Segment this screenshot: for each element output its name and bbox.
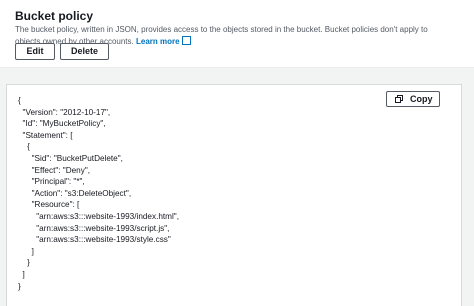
copy-icon [395, 95, 403, 103]
external-link-icon [181, 36, 191, 45]
policy-json-text[interactable]: { "Version": "2012-10-17", "Id": "MyBuck… [18, 95, 179, 292]
page-title: Bucket policy [15, 9, 94, 23]
copy-label: Copy [410, 94, 433, 104]
learn-more-label: Learn more [135, 37, 180, 46]
delete-button[interactable]: Delete [60, 43, 109, 60]
copy-button[interactable]: Copy [386, 91, 440, 107]
edit-button[interactable]: Edit [15, 43, 55, 60]
learn-more-link[interactable]: Learn more [135, 36, 191, 46]
bucket-policy-header: Bucket policy The bucket policy, written… [0, 0, 474, 67]
